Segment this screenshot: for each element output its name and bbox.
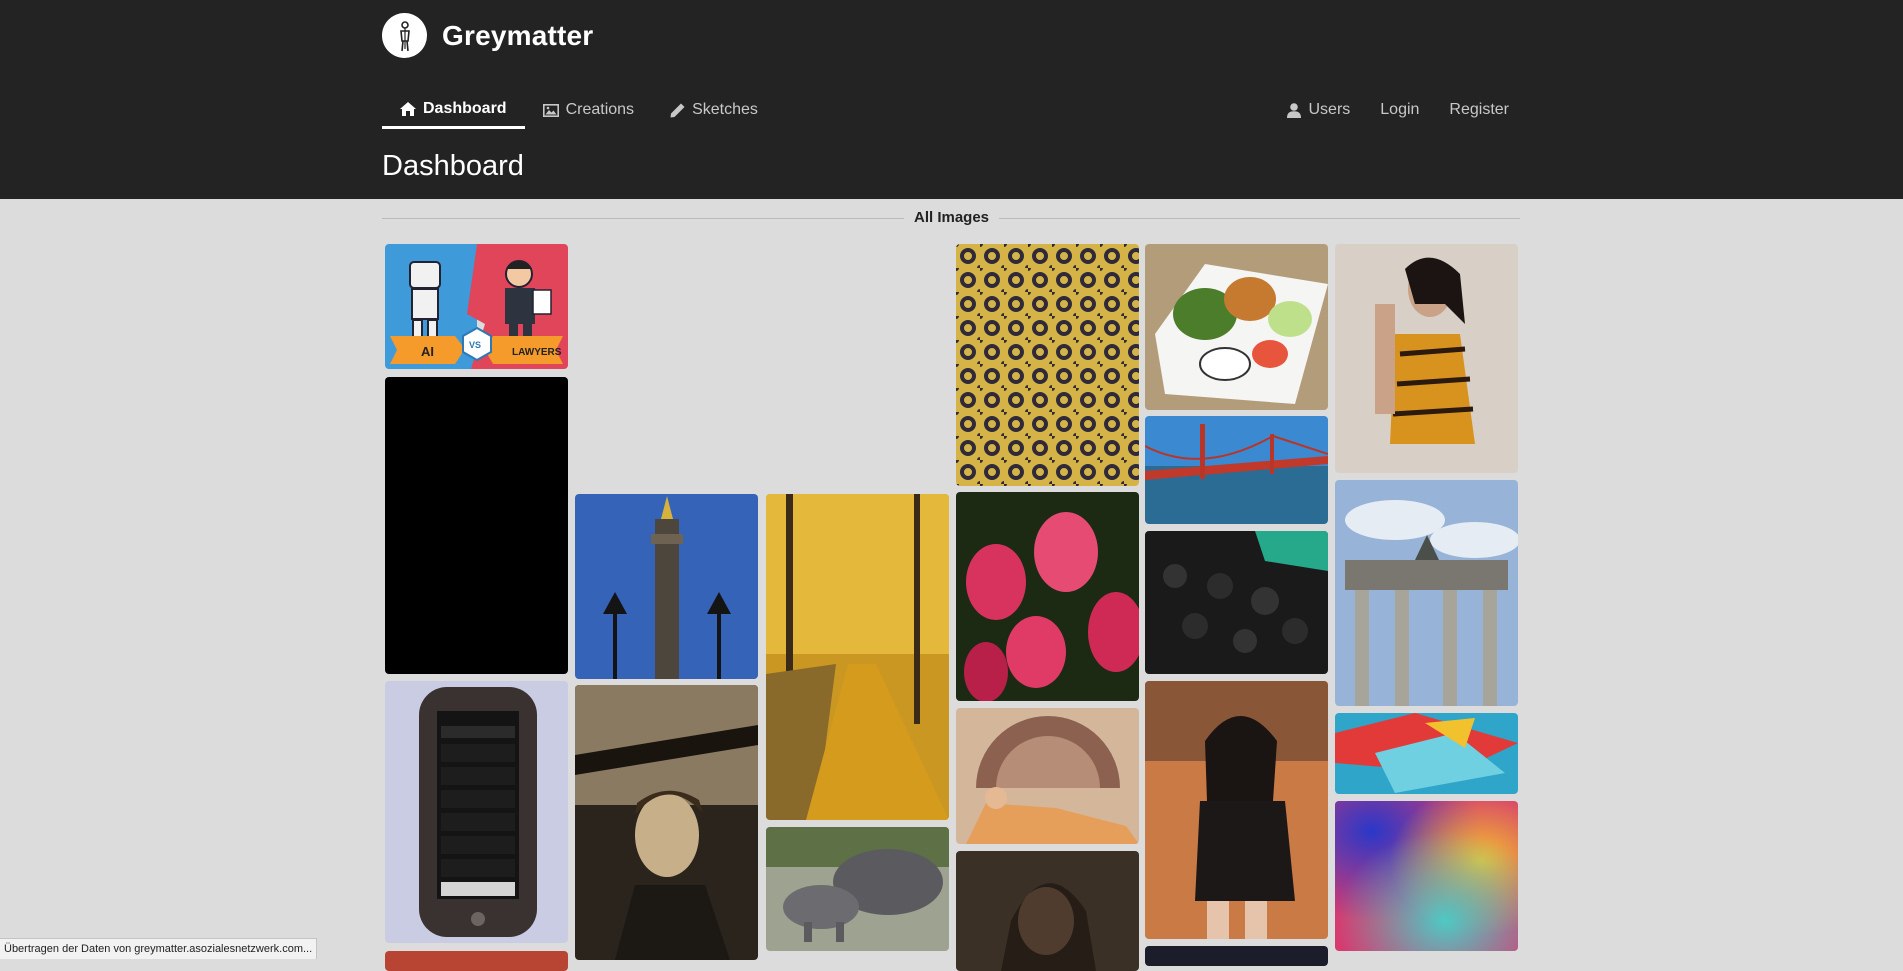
image-tile-portrait-woman[interactable] [956,851,1139,971]
account-nav: Users Login Register [1269,92,1521,128]
image-tile-yellow-pattern[interactable] [956,244,1139,486]
user-icon [1287,103,1301,118]
image-tile-rhinos[interactable] [766,827,949,951]
image-tile-mixer-knobs[interactable] [1145,531,1328,674]
nav-users-label: Users [1308,101,1350,119]
image-tile-tiger-dress[interactable] [1335,244,1518,473]
image-tile-portrait-man[interactable] [575,685,758,960]
nav-register-label: Register [1449,101,1509,119]
image-tile-android-phone[interactable] [385,681,568,943]
header: Greymatter Dashboard Creations Sketches [0,0,1903,199]
nav-sketches-label: Sketches [692,101,758,119]
section-heading-label: All Images [904,209,999,226]
image-tile-woman-sofa[interactable] [1145,681,1328,939]
nav-dashboard-label: Dashboard [423,100,507,118]
image-tile-partial[interactable] [385,951,568,971]
pencil-icon [670,103,685,118]
image-tile-victory-column[interactable] [575,494,758,679]
image-tile-bento[interactable] [1145,244,1328,410]
image-tile-golden-gate[interactable] [1145,416,1328,524]
ai-label: AI [421,344,434,359]
image-tile-autumn-path[interactable] [766,494,949,820]
nav-login[interactable]: Login [1362,92,1431,128]
image-tile-partial-dark[interactable] [1145,946,1328,966]
nav-creations-label: Creations [566,101,634,119]
nav-sketches[interactable]: Sketches [652,92,776,128]
image-tile-black[interactable] [385,377,568,674]
pencil-person-logo-icon [382,13,427,58]
image-tile-paint-abstract[interactable] [1335,713,1518,794]
home-icon [400,102,416,116]
browser-status-bar: Übertragen der Daten von greymatter.asoz… [0,938,317,959]
image-tile-brandenburg-gate[interactable] [1335,480,1518,706]
nav-users[interactable]: Users [1269,92,1362,128]
brand-name: Greymatter [442,20,593,52]
nav-dashboard[interactable]: Dashboard [382,92,525,129]
vs-label: VS [469,340,481,350]
page-title: Dashboard [382,150,524,183]
nav-creations[interactable]: Creations [525,92,652,128]
section-heading: All Images [0,209,1903,227]
image-tile-color-blur[interactable] [1335,801,1518,951]
image-icon [543,104,559,117]
main-nav: Dashboard Creations Sketches [382,92,776,129]
nav-login-label: Login [1380,101,1419,119]
lawyers-label: LAWYERS [512,347,562,358]
image-tile-ai-vs-lawyers[interactable]: AI VS LAWYERS [385,244,568,369]
nav-register[interactable]: Register [1431,92,1521,128]
image-tile-painting-fan[interactable] [956,708,1139,844]
image-tile-pink-tulips[interactable] [956,492,1139,701]
brand[interactable]: Greymatter [382,13,593,58]
